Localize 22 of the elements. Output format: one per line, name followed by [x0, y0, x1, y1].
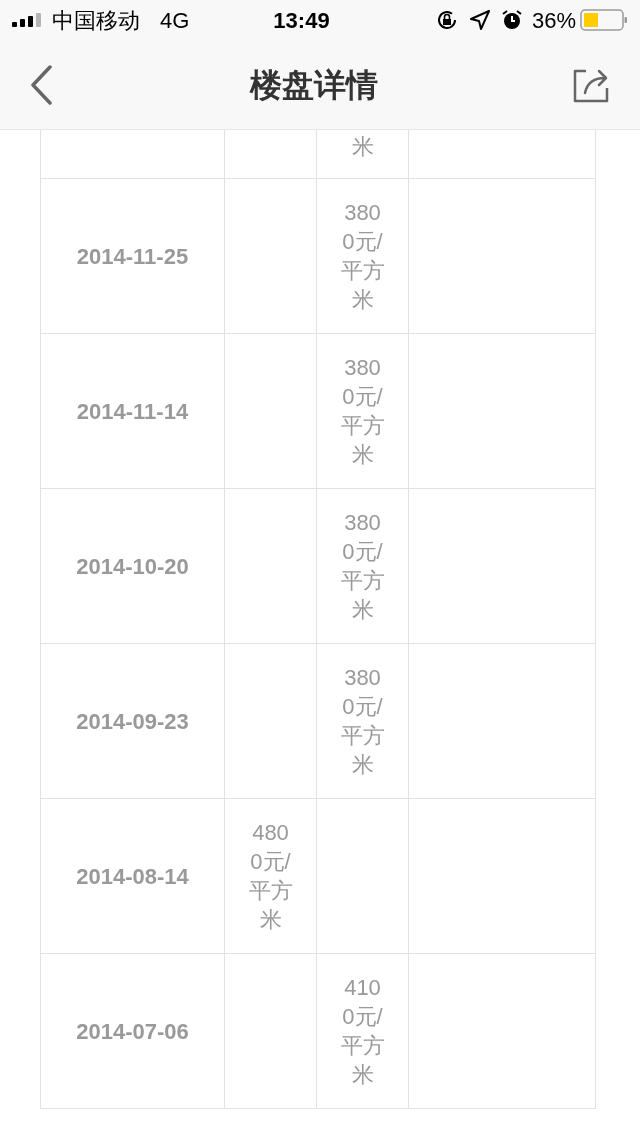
price-text: 4800元/平方米 — [247, 819, 294, 934]
price-text: 3800元/平方米 — [339, 664, 386, 779]
date-text: 2014-10-20 — [76, 552, 189, 581]
battery-percent: 36% — [531, 6, 576, 35]
date-text: 2014-11-25 — [76, 242, 189, 271]
clock-time: 13:49 — [273, 6, 330, 35]
rotation-lock-icon — [435, 9, 458, 31]
location-arrow-icon — [469, 10, 490, 30]
price-text: 3800元/平方米 — [339, 509, 386, 624]
date-text: 2014-07-06 — [76, 1017, 189, 1046]
price-text: 3800元/平方米 — [339, 199, 386, 314]
carrier-name: 中国移动 — [52, 6, 140, 35]
page-title: 楼盘详情 — [250, 65, 378, 105]
network-type: 4G — [160, 6, 190, 35]
date-text: 2014-11-14 — [76, 397, 189, 426]
alarm-clock-icon — [501, 10, 522, 30]
price-text: 4100元/平方米 — [339, 974, 386, 1089]
price-text: 米 — [350, 133, 375, 161]
date-text: 2014-09-23 — [76, 707, 189, 736]
price-text: 3800元/平方米 — [339, 354, 386, 469]
date-text: 2014-08-14 — [76, 862, 189, 891]
battery-icon — [580, 9, 628, 31]
